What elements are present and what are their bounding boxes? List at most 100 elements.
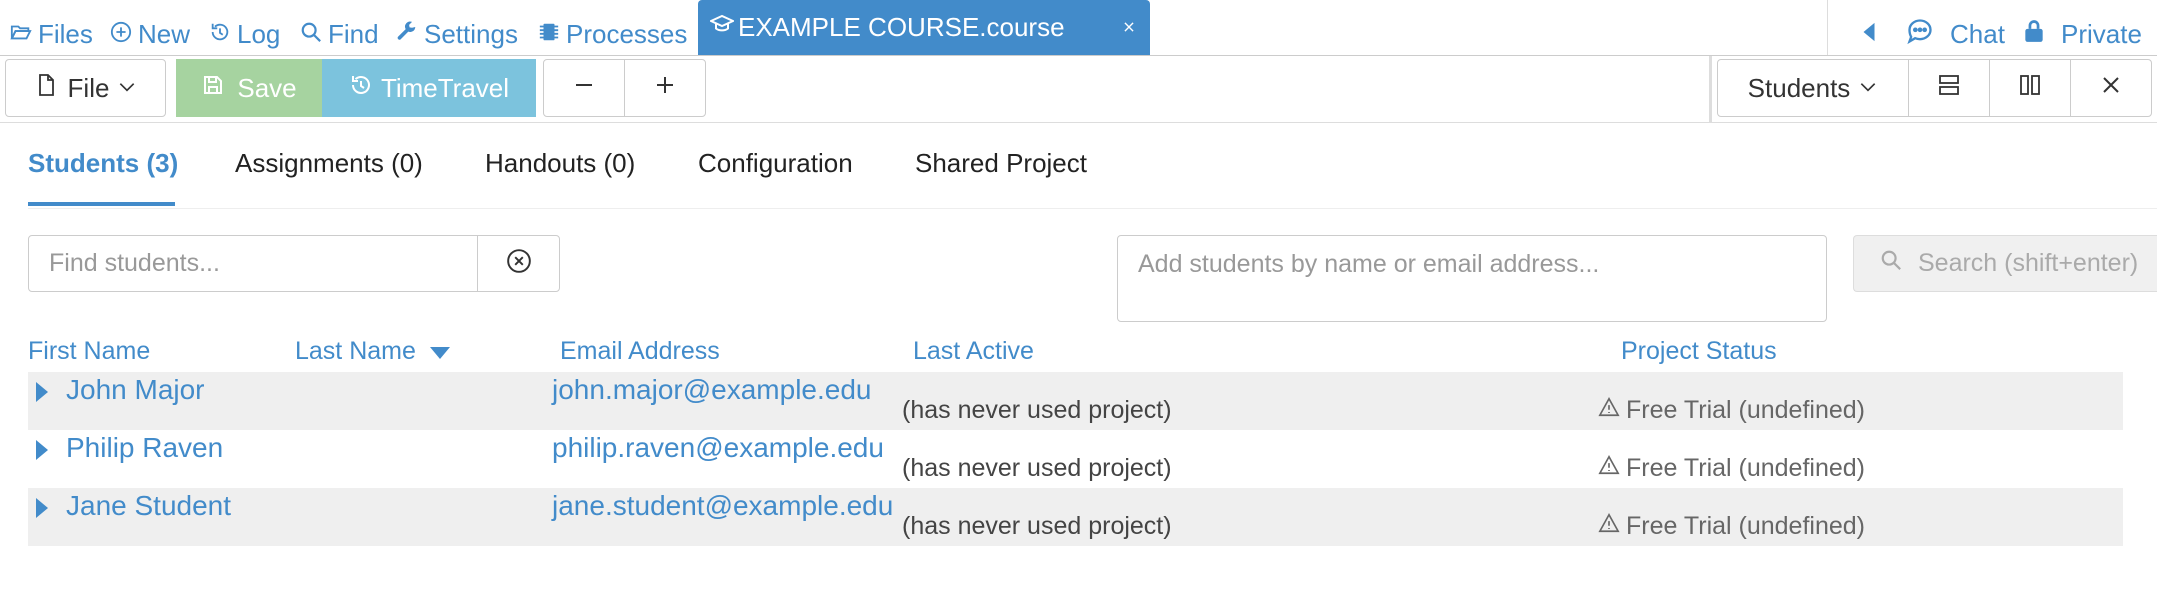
file-menu-label: File [67,72,110,103]
timetravel-button[interactable]: TimeTravel [322,59,536,117]
student-email[interactable]: philip.raven@example.edu [552,432,884,464]
save-button[interactable]: Save [176,59,322,117]
course-tabs: Students (3) Assignments (0) Handouts (0… [28,138,2157,209]
project-status-label: Free Trial (undefined) [1626,396,1866,424]
close-icon [2099,73,2123,104]
nav-find[interactable]: Find [300,14,379,54]
table-row[interactable]: Philip Raven philip.raven@example.edu (h… [28,430,2123,488]
find-students-input[interactable] [28,235,478,292]
timetravel-label: TimeTravel [380,72,510,103]
tab-course-file[interactable]: EXAMPLE COURSE.course [698,0,1150,55]
file-icon [34,73,58,104]
nav-new-label: New [138,18,191,49]
plus-circle-icon [110,19,138,50]
chat-label: Chat [1950,18,2005,49]
warning-icon [1598,454,1626,483]
tab-configuration[interactable]: Configuration [698,148,853,179]
decrease-font-button[interactable] [543,59,625,117]
student-name[interactable]: John Major [66,374,205,406]
nav-log[interactable]: Log [209,14,280,54]
private-label: Private [2061,18,2142,49]
nav-processes-label: Processes [566,18,688,49]
lock-icon [2021,17,2053,52]
student-name[interactable]: Philip Raven [66,432,223,464]
table-row[interactable]: Jane Student jane.student@example.edu (h… [28,488,2123,546]
top-nav: Files New Log Find Settings Processes EX… [0,0,2157,56]
expand-caret-icon[interactable] [36,498,48,518]
nav-files[interactable]: Files [10,14,93,54]
expand-caret-icon[interactable] [36,382,48,402]
split-vertical-button[interactable] [1989,59,2071,117]
project-status-label: Free Trial (undefined) [1626,454,1866,482]
student-project-status: Free Trial (undefined) [1598,512,1865,541]
table-row[interactable]: John Major john.major@example.edu (has n… [28,372,2123,430]
nav-settings[interactable]: Settings [396,14,518,54]
warning-icon [1598,512,1626,541]
clear-search-button[interactable] [477,235,560,292]
editor-toolbar: File Save TimeTravel Students [0,56,2157,123]
close-icon[interactable] [1110,12,1140,42]
chevron-down-icon [1858,73,1878,104]
column-first-name[interactable]: First Name [28,337,150,366]
search-students-button[interactable]: Search (shift+enter) [1853,235,2157,292]
search-button-label: Search (shift+enter) [1918,249,2139,277]
split-horizontal-button[interactable] [1908,59,1990,117]
column-last-name-label: Last Name [295,337,416,365]
private-toggle[interactable]: Private [2021,14,2142,54]
column-last-name[interactable]: Last Name [295,337,450,366]
close-frame-button[interactable] [2070,59,2152,117]
nav-processes[interactable]: Processes [538,14,687,54]
student-email[interactable]: john.major@example.edu [552,374,871,406]
student-last-active: (has never used project) [902,512,1172,540]
search-icon [300,19,328,50]
chevron-down-icon [117,73,137,104]
column-last-active[interactable]: Last Active [913,337,1034,366]
tab-handouts[interactable]: Handouts (0) [485,148,635,179]
column-email[interactable]: Email Address [560,337,720,366]
nav-files-label: Files [38,18,93,49]
tab-assignments[interactable]: Assignments (0) [235,148,423,179]
nav-log-label: Log [237,18,281,49]
project-status-label: Free Trial (undefined) [1626,512,1866,540]
split-horizontal-icon [1937,73,1961,104]
graduation-cap-icon [698,12,738,43]
expand-caret-icon[interactable] [36,440,48,460]
student-last-active: (has never used project) [902,396,1172,424]
minus-icon [572,73,596,104]
nav-divider [1827,0,1828,55]
column-project-status[interactable]: Project Status [1621,337,1777,366]
caret-left-icon [1858,19,1886,50]
nav-new[interactable]: New [110,14,190,54]
sort-desc-icon [429,337,450,366]
course-tab-label: EXAMPLE COURSE.course [738,12,1065,42]
wrench-icon [396,19,424,50]
student-last-active: (has never used project) [902,454,1172,482]
microchip-icon [538,19,566,50]
history-icon [209,19,237,50]
split-vertical-icon [2018,73,2042,104]
search-icon [1880,249,1918,278]
frame-type-select[interactable]: Students [1717,59,1909,117]
nav-settings-label: Settings [424,18,518,49]
student-email[interactable]: jane.student@example.edu [552,490,893,522]
save-icon [201,73,225,104]
chat-icon [1904,17,1942,52]
increase-font-button[interactable] [624,59,706,117]
frame-type-label: Students [1747,72,1851,103]
student-name[interactable]: Jane Student [66,490,231,522]
toolbar-divider [1709,56,1712,122]
student-project-status: Free Trial (undefined) [1598,454,1865,483]
folder-open-icon [10,19,38,50]
tab-students[interactable]: Students (3) [28,148,178,179]
file-menu-button[interactable]: File [5,59,166,117]
chat-toggle[interactable]: Chat [1858,14,2005,54]
warning-icon [1598,396,1626,425]
plus-icon [653,73,677,104]
nav-find-label: Find [328,18,379,49]
times-circle-icon [506,248,532,279]
tab-shared-project[interactable]: Shared Project [915,148,1087,179]
student-project-status: Free Trial (undefined) [1598,396,1865,425]
add-students-input[interactable] [1117,235,1827,322]
save-label: Save [237,72,297,103]
history-icon [349,73,373,104]
